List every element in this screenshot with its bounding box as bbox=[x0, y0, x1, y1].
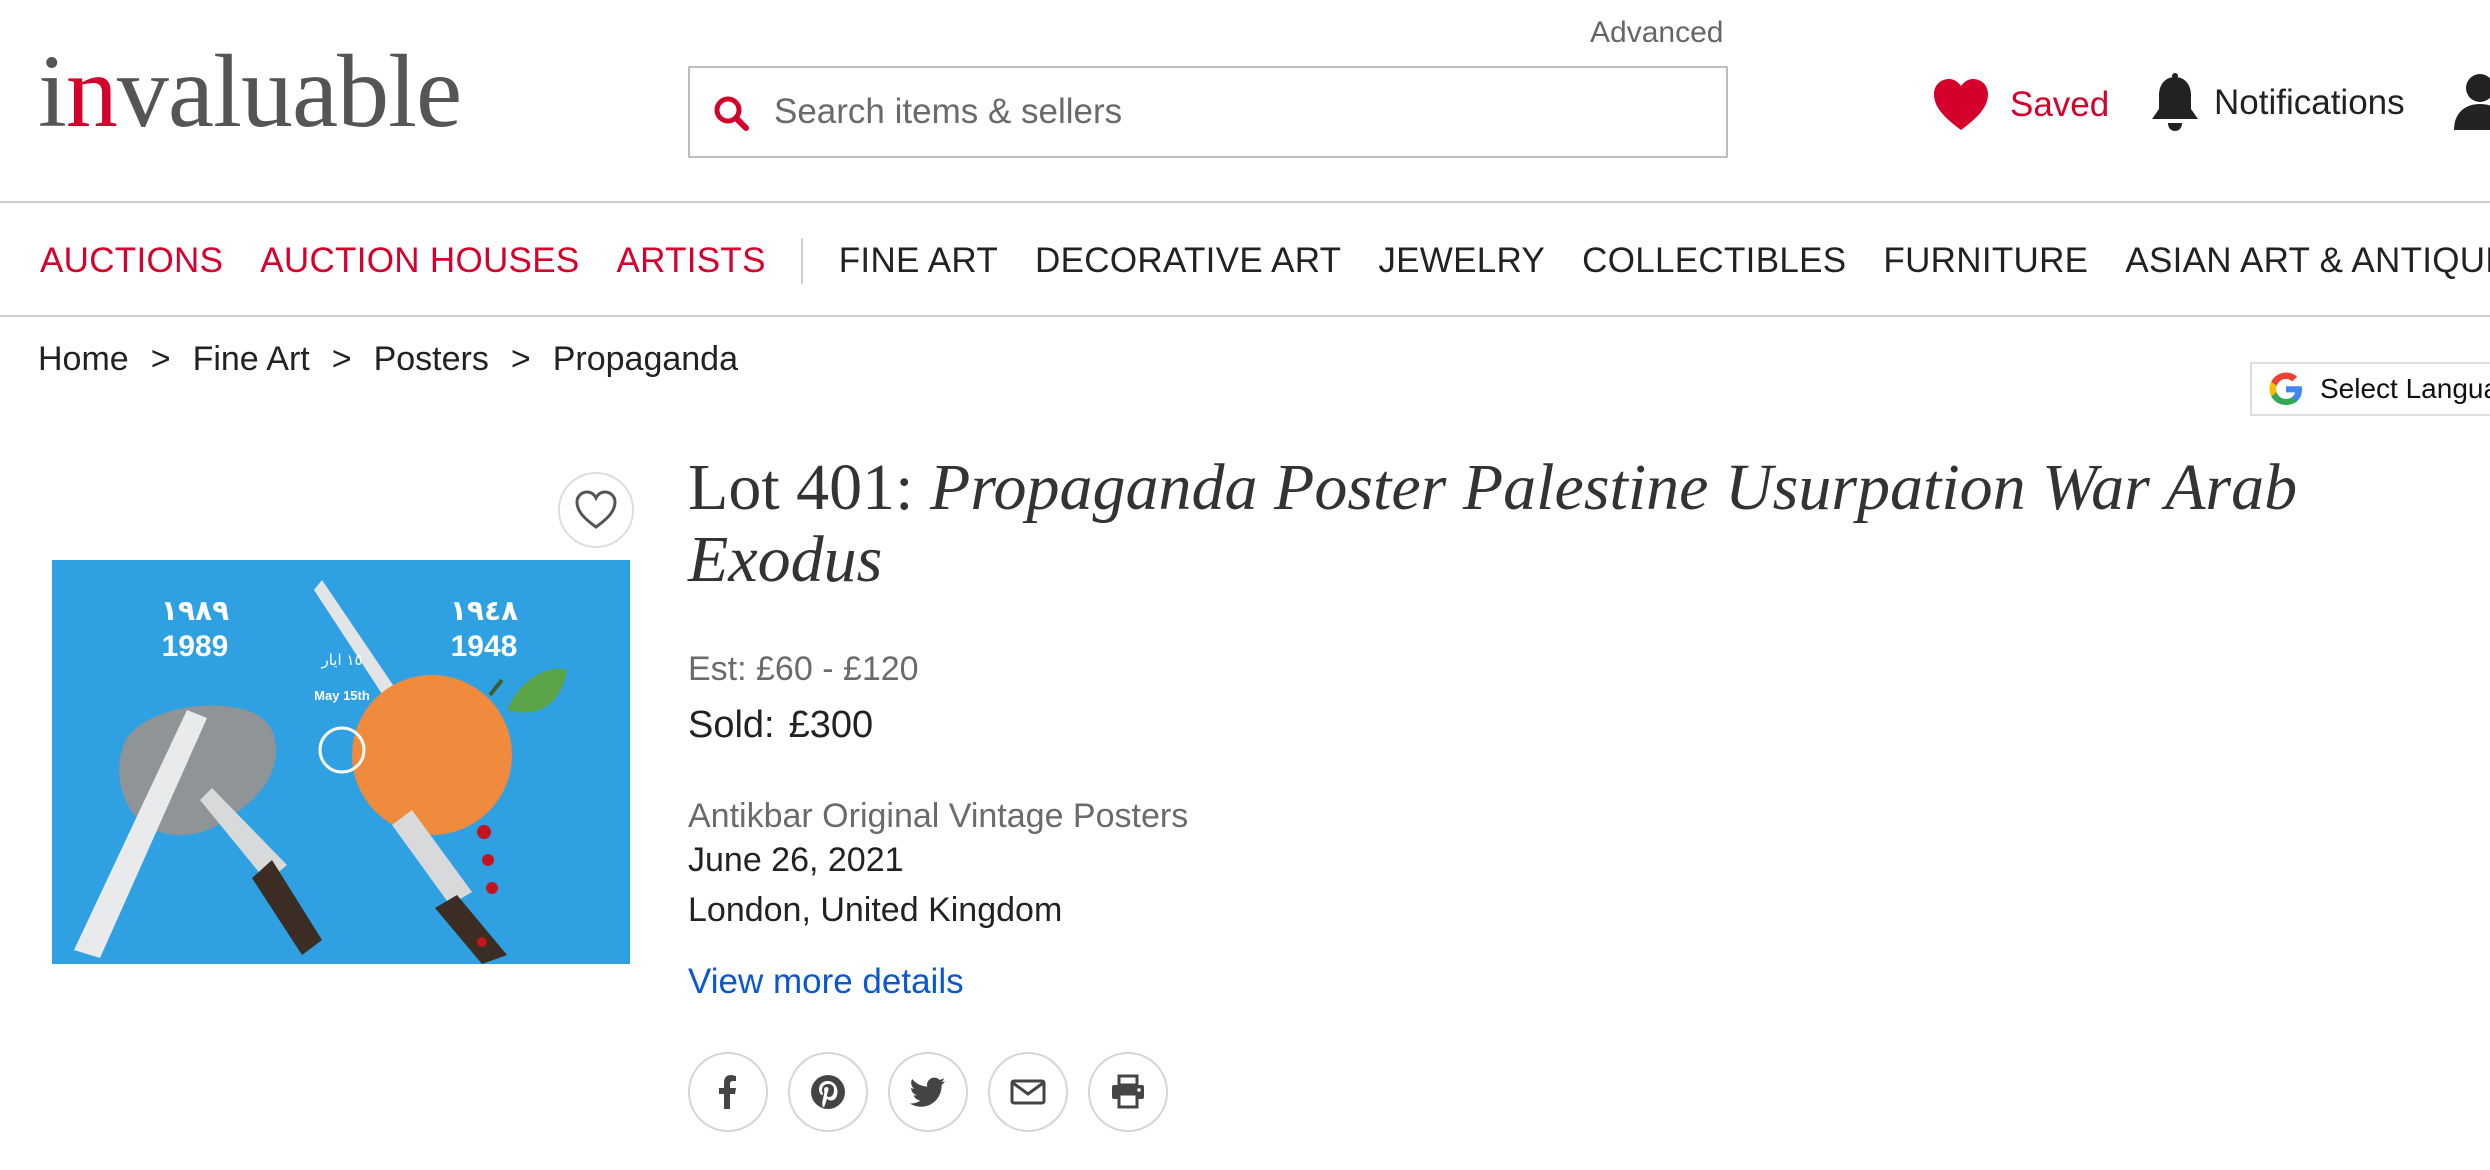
share-buttons bbox=[688, 1052, 1188, 1132]
print-button[interactable] bbox=[1088, 1052, 1168, 1132]
breadcrumb-propaganda[interactable]: Propaganda bbox=[553, 340, 738, 379]
poster-year-right: 1948 bbox=[451, 630, 518, 663]
lot-name: Propaganda Poster Palestine Usurpation W… bbox=[688, 451, 2298, 596]
blood-drop bbox=[482, 854, 494, 866]
nav-fine-art[interactable]: FINE ART bbox=[839, 241, 998, 281]
breadcrumb-separator: > bbox=[331, 340, 352, 378]
orange-fruit bbox=[352, 675, 512, 835]
print-icon bbox=[1112, 1074, 1144, 1109]
nav-collectibles[interactable]: COLLECTIBLES bbox=[1582, 241, 1846, 281]
lot-image[interactable]: ١٩٨٩ 1989 ١٩٤٨ 1948 ١٥ ايار May 15th bbox=[52, 560, 630, 964]
sold-price: £300 bbox=[788, 704, 874, 746]
auction-date: June 26, 2021 bbox=[688, 841, 904, 879]
invaluable-logo[interactable]: invaluable bbox=[38, 40, 462, 144]
email-share-button[interactable] bbox=[988, 1052, 1068, 1132]
nav-auctions[interactable]: AUCTIONS bbox=[40, 241, 223, 281]
language-select-label: Select Langua bbox=[2320, 373, 2490, 404]
bell-icon bbox=[2152, 73, 2198, 131]
nav-furniture[interactable]: FURNITURE bbox=[1883, 241, 2088, 281]
nav-decorative-art[interactable]: DECORATIVE ART bbox=[1035, 241, 1341, 281]
lot-number: Lot 401: bbox=[688, 451, 914, 524]
view-more-details-link[interactable]: View more details bbox=[688, 962, 964, 1002]
pinterest-icon bbox=[811, 1075, 845, 1109]
nav-jewelry[interactable]: JEWELRY bbox=[1378, 241, 1545, 281]
search-icon[interactable] bbox=[710, 92, 754, 136]
notifications-button[interactable]: Notifications bbox=[2148, 68, 2405, 138]
twitter-icon bbox=[909, 1077, 945, 1107]
logo-prefix: i bbox=[38, 34, 67, 149]
favorite-button[interactable] bbox=[558, 472, 634, 548]
breadcrumb: Home > Fine Art > Posters > Propaganda bbox=[38, 340, 738, 379]
nav-auction-houses[interactable]: AUCTION HOUSES bbox=[260, 241, 579, 281]
lot-sold: Sold: £300 bbox=[688, 704, 873, 747]
auction-house-link[interactable]: Antikbar Original Vintage Posters bbox=[688, 797, 1188, 836]
breadcrumb-posters[interactable]: Posters bbox=[374, 340, 489, 379]
breadcrumb-home[interactable]: Home bbox=[38, 340, 129, 379]
site-header: invaluable Advanced Saved Notifications bbox=[0, 0, 2490, 203]
notifications-label: Notifications bbox=[2214, 83, 2405, 122]
auction-location: London, United Kingdom bbox=[688, 891, 1063, 929]
breadcrumb-fine-art[interactable]: Fine Art bbox=[193, 340, 310, 379]
email-icon bbox=[1010, 1079, 1046, 1105]
lot-estimate: Est: £60 - £120 bbox=[688, 650, 919, 688]
poster-date-english: May 15th bbox=[314, 688, 370, 703]
blood-drop bbox=[477, 825, 491, 839]
saved-label: Saved bbox=[2010, 85, 2110, 124]
heart-icon bbox=[1934, 79, 1988, 130]
nav-divider bbox=[800, 238, 803, 284]
nav-artists[interactable]: ARTISTS bbox=[616, 241, 765, 281]
poster-year-left: 1989 bbox=[162, 630, 229, 663]
user-icon[interactable] bbox=[2450, 70, 2490, 130]
search-box[interactable] bbox=[688, 66, 1728, 158]
twitter-share-button[interactable] bbox=[888, 1052, 968, 1132]
saved-button[interactable]: Saved bbox=[1932, 70, 2109, 140]
search-input[interactable] bbox=[774, 84, 1704, 140]
blood-drop bbox=[486, 882, 498, 894]
pinterest-share-button[interactable] bbox=[788, 1052, 868, 1132]
logo-accent: n bbox=[65, 34, 118, 149]
advanced-search-link[interactable]: Advanced bbox=[1590, 16, 1723, 50]
language-select[interactable]: Select Langua bbox=[2250, 362, 2490, 416]
facebook-share-button[interactable] bbox=[688, 1052, 768, 1132]
lot-title: Lot 401: Propaganda Poster Palestine Usu… bbox=[688, 452, 2490, 596]
poster-year-right-arabic: ١٩٤٨ bbox=[450, 594, 518, 627]
google-icon bbox=[2269, 372, 2302, 405]
poster-year-left-arabic: ١٩٨٩ bbox=[161, 594, 229, 627]
logo-rest: valuable bbox=[116, 34, 462, 149]
nav-asian-art[interactable]: ASIAN ART & ANTIQUE bbox=[2125, 241, 2490, 281]
main-nav: AUCTIONS AUCTION HOUSES ARTISTS FINE ART… bbox=[0, 205, 2490, 317]
breadcrumb-separator: > bbox=[150, 340, 171, 378]
breadcrumb-separator: > bbox=[510, 340, 531, 378]
sold-label: Sold: bbox=[688, 704, 775, 746]
poster-date-arabic: ١٥ ايار bbox=[320, 651, 362, 669]
blood-drop bbox=[477, 937, 487, 947]
facebook-icon bbox=[719, 1075, 736, 1109]
heart-outline-icon bbox=[575, 490, 617, 529]
poster-artwork: ١٩٨٩ 1989 ١٩٤٨ 1948 ١٥ ايار May 15th bbox=[52, 560, 630, 964]
